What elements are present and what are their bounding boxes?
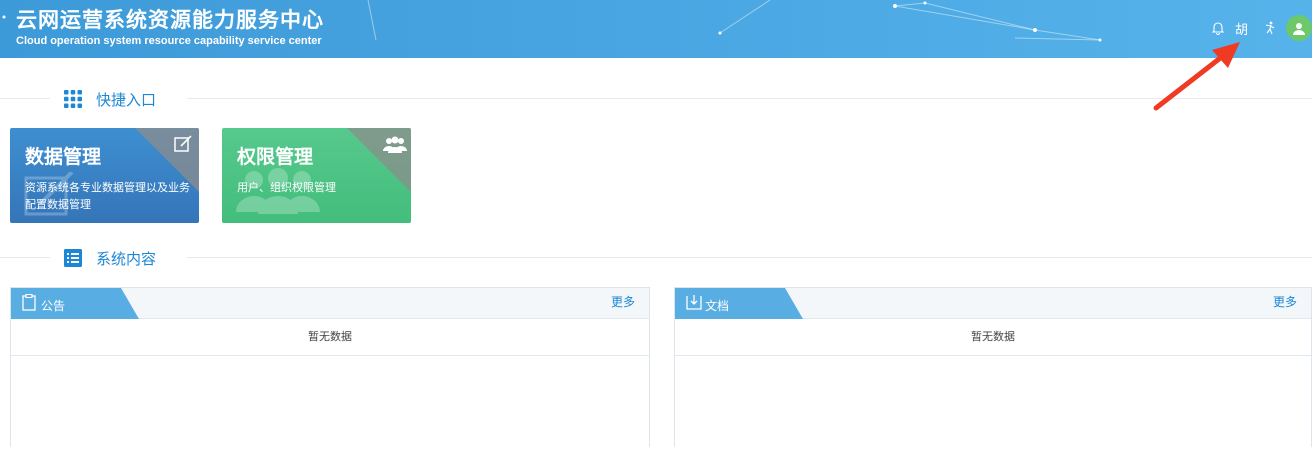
divider	[0, 98, 50, 99]
users-icon	[383, 136, 407, 153]
system-content-section: 系统内容	[0, 246, 1312, 270]
card-title: 权限管理	[237, 146, 314, 168]
quick-entry-heading: 快捷入口	[64, 87, 156, 111]
card-description: 资源系统各专业数据管理以及业务配置数据管理	[25, 181, 190, 211]
page: 云网运营系统资源能力服务中心 Cloud operation system re…	[0, 0, 1312, 464]
app-subtitle: Cloud operation system resource capabili…	[16, 35, 322, 47]
system-content-heading: 系统内容	[64, 246, 156, 270]
avatar[interactable]	[1286, 15, 1312, 41]
download-doc-icon	[686, 295, 702, 310]
panel-title: 公告	[41, 299, 66, 313]
empty-state-text: 暂无数据	[11, 319, 649, 356]
divider	[0, 257, 50, 258]
more-link[interactable]: 更多	[1273, 293, 1297, 310]
app-title: 云网运营系统资源能力服务中心	[16, 8, 324, 32]
card-title: 数据管理	[25, 146, 102, 168]
panel-header: 公告 更多	[11, 288, 649, 319]
permission-management-card[interactable]: 权限管理 用户、组织权限管理	[222, 128, 411, 223]
divider	[187, 257, 1312, 258]
clipboard-icon	[22, 294, 36, 311]
card-description: 用户、组织权限管理	[237, 181, 336, 194]
panel-title: 文档	[705, 299, 730, 313]
more-link[interactable]: 更多	[611, 293, 635, 310]
exit-icon[interactable]	[1264, 21, 1276, 35]
documents-panel: 文档 更多 暂无数据	[674, 287, 1312, 447]
annotation-arrow	[1153, 42, 1240, 111]
empty-state-text: 暂无数据	[675, 319, 1311, 356]
panel-header: 文档 更多	[675, 288, 1311, 319]
data-management-card[interactable]: 数据管理 资源系统各专业数据管理以及业务配置数据管理	[10, 128, 199, 223]
top-header: 云网运营系统资源能力服务中心 Cloud operation system re…	[0, 0, 1312, 58]
announcement-panel: 公告 更多 暂无数据	[10, 287, 650, 447]
avatar-icon	[1293, 22, 1305, 35]
quick-entry-label: 快捷入口	[96, 90, 157, 109]
edit-icon	[174, 135, 192, 152]
grid-icon	[64, 90, 82, 108]
system-content-label: 系统内容	[96, 249, 157, 268]
quick-entry-section: 快捷入口	[0, 87, 1312, 111]
list-icon	[64, 249, 82, 267]
